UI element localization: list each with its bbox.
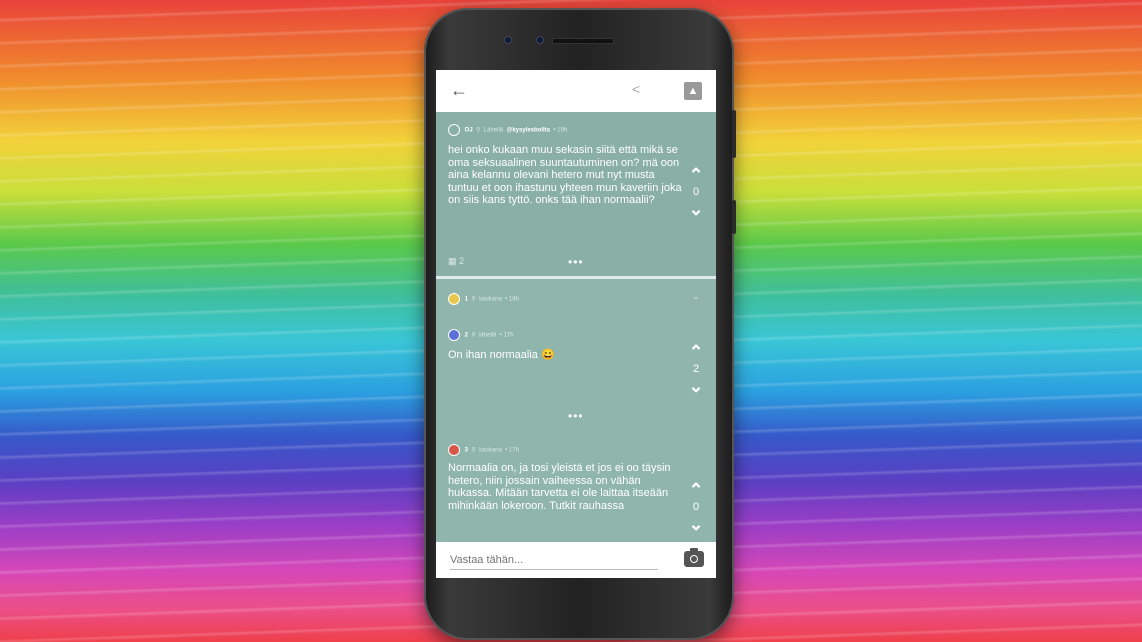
comment-1-number: 1 — [464, 296, 469, 303]
post-author: OJ — [464, 127, 473, 134]
reply-input[interactable] — [450, 551, 658, 570]
volume-button — [732, 110, 736, 158]
comment-2-text: On ihan normaalia 😄 — [448, 349, 555, 361]
comment-icon: ▦ — [448, 256, 457, 266]
comment-2-avatar — [448, 329, 460, 341]
comment-count-value: 2 — [459, 256, 465, 266]
comment-2-location: lähellä — [479, 332, 497, 339]
comment-2-votes: 2 — [692, 363, 700, 375]
earpiece-speaker — [552, 38, 614, 44]
post-votes: 0 — [692, 186, 700, 198]
post-meta: OJ ⚲ Lähellä @kysylesboilta • 19h — [448, 124, 567, 136]
post-text: hei onko kukaan muu sekasin siitä että m… — [448, 144, 682, 206]
comment-2-more-button[interactable]: ••• — [568, 409, 584, 423]
location-pin-icon: ⚲ — [469, 447, 478, 454]
comment-2-number: 2 — [464, 332, 469, 339]
original-post: OJ ⚲ Lähellä @kysylesboilta • 19h hei on… — [436, 112, 716, 276]
comment-2-vote: ⌃ 2 ⌄ — [684, 343, 708, 395]
comment-1-location: kaukana — [479, 296, 502, 303]
comment-3-meta: 3 ⚲ kaukana • 17h — [448, 444, 519, 456]
app-screen: ← < ▲ OJ ⚲ Lähellä @kysylesboilta • 19h … — [436, 70, 716, 578]
comment-1-avatar — [448, 293, 460, 305]
upvote-icon[interactable]: ⌃ — [684, 343, 708, 361]
comment-1-meta: 1 ⚲ kaukana • 18h — [448, 293, 519, 305]
comment-3-location: kaukana — [479, 447, 502, 454]
pin-icon[interactable]: ▲ — [684, 82, 702, 100]
comment-3-text: Normaalia on, ja tosi yleistä et jos ei … — [448, 462, 671, 512]
avatar-badge — [448, 124, 460, 136]
upvote-icon[interactable]: ⌃ — [684, 166, 708, 184]
comment-3-avatar — [448, 444, 460, 456]
upvote-icon[interactable]: ⌃ — [684, 481, 708, 499]
comment-3-vote: ⌃ 0 ⌄ — [684, 481, 708, 533]
top-bar: ← < ▲ — [436, 70, 716, 112]
downvote-icon[interactable]: ⌄ — [684, 377, 708, 395]
comment-count: ▦ 2 — [448, 256, 464, 267]
comment-1-time: • 18h — [505, 296, 519, 303]
comment-3-time: • 17h — [505, 447, 519, 454]
sensor — [536, 36, 544, 44]
location-pin-icon: ⚲ — [474, 127, 483, 134]
reply-bar — [436, 542, 716, 578]
comment-2-meta: 2 ⚲ lähellä • 17h — [448, 329, 514, 341]
location-pin-icon: ⚲ — [469, 296, 478, 303]
comment-3-number: 3 — [464, 447, 469, 454]
front-camera — [504, 36, 512, 44]
downvote-icon[interactable]: ⌄ — [684, 200, 708, 218]
share-icon[interactable]: < — [632, 81, 640, 97]
chevron-down-icon[interactable]: ⌄ — [692, 291, 700, 302]
comment-list: 1 ⚲ kaukana • 18h ⌄ 2 ⚲ lähellä • 17h On… — [436, 279, 716, 550]
post-location: Lähellä — [483, 127, 504, 134]
post-handle[interactable]: @kysylesboilta — [506, 128, 550, 134]
post-vote: ⌃ 0 ⌄ — [684, 166, 708, 218]
post-time: • 19h — [553, 127, 568, 134]
camera-icon[interactable] — [684, 548, 704, 567]
location-pin-icon: ⚲ — [469, 332, 478, 339]
downvote-icon[interactable]: ⌄ — [684, 515, 708, 533]
arrow-left-icon[interactable]: ← — [450, 80, 468, 100]
comment-3-votes: 0 — [692, 501, 700, 513]
post-more-button[interactable]: ••• — [568, 255, 584, 269]
comment-2-time: • 17h — [499, 332, 514, 339]
power-button — [732, 200, 736, 234]
